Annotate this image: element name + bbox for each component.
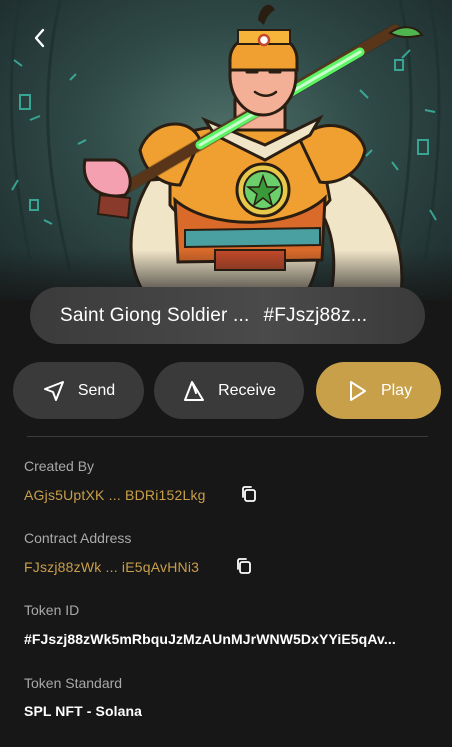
nft-title: Saint Giong Soldier ... [60,304,250,326]
chevron-left-icon [34,28,45,48]
back-button[interactable] [28,26,52,50]
token-standard-value: SPL NFT - Solana [24,703,143,719]
copy-icon[interactable] [240,485,258,503]
play-label: Play [380,381,413,399]
nft-title-pill: Saint Giong Soldier ... #FJszj88z... [30,287,425,344]
token-standard-label: Token Standard [24,675,123,691]
receive-label: Receive [218,381,276,399]
send-button[interactable]: Send [13,362,144,419]
created-by-label: Created By [24,458,95,474]
contract-address-label: Contract Address [24,530,132,546]
play-button[interactable]: Play [316,362,441,419]
send-label: Send [77,381,116,399]
receive-button[interactable]: Receive [154,362,304,419]
receive-arrow-icon [184,380,205,401]
send-arrow-icon [43,380,64,401]
token-id-value: #FJszj88zWk5mRbquJzMzAUnMJrWNW5DxYYiE5qA… [24,631,396,647]
nft-token-short: #FJszj88z... [263,304,368,326]
contract-address-value[interactable]: FJszj88zWk ... iE5qAvHNi3 [24,559,199,575]
section-divider [27,436,428,437]
nft-artwork [0,0,452,300]
created-by-value[interactable]: AGjs5UptXK ... BDRi152Lkg [24,487,206,503]
copy-icon[interactable] [235,557,253,575]
play-icon [349,380,366,401]
token-id-label: Token ID [24,602,80,618]
